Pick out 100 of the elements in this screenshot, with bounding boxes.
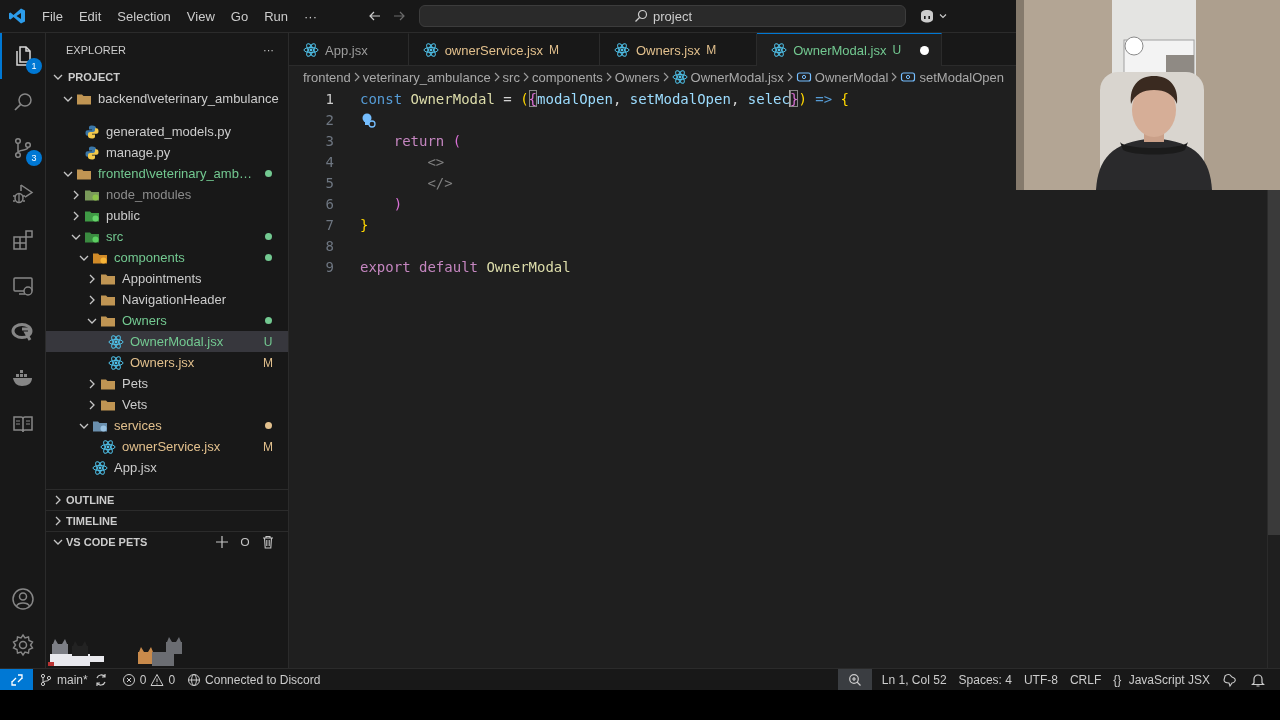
tree-item[interactable]: src [46, 226, 288, 247]
language-mode[interactable]: {} JavaScript JSX [1107, 669, 1216, 690]
tree-item[interactable]: NavigationHeader [46, 289, 288, 310]
line-number: 3 [324, 132, 334, 149]
sidebar-title: EXPLORER [66, 43, 126, 56]
line-number: 9 [324, 258, 334, 275]
git-status-label: M [262, 439, 274, 454]
menu-item[interactable]: File [34, 5, 71, 27]
breadcrumb-item[interactable]: src [502, 69, 520, 85]
git-status-label: M [262, 355, 274, 370]
scrollbar-thumb[interactable] [1268, 190, 1280, 535]
react-file-icon [108, 354, 124, 371]
menu-item[interactable]: ··· [296, 5, 325, 27]
trash-icon[interactable] [260, 534, 276, 550]
code-line: return ( [392, 132, 462, 149]
tree-item[interactable]: backend\veterinary_ambulance [46, 88, 288, 109]
command-center-search[interactable]: project [419, 5, 906, 27]
zoom-button[interactable] [837, 669, 872, 690]
tree-item[interactable]: Owners.jsx M [46, 352, 288, 373]
encoding[interactable]: UTF-8 [1017, 669, 1064, 690]
warning-icon [150, 672, 165, 687]
problems-button[interactable]: 0 0 [115, 669, 182, 690]
breadcrumb-item[interactable]: OwnerModal.jsx [671, 69, 784, 85]
search-icon [633, 8, 649, 24]
code-line: ) [392, 195, 403, 212]
breadcrumb-item[interactable]: frontend [303, 69, 351, 85]
python-file-icon [84, 123, 100, 140]
code-line: <> [426, 153, 445, 170]
line-ending[interactable]: CRLF [1063, 669, 1108, 690]
discord-status[interactable]: Connected to Discord [181, 669, 327, 690]
line-number: 4 [324, 153, 334, 170]
editor-tab[interactable]: OwnerModal.jsx U [757, 33, 943, 66]
panel-header[interactable]: VS CODE PETS [46, 531, 288, 552]
breadcrumb-item[interactable]: veterinary_ambulance [362, 69, 491, 85]
extensions-icon [10, 228, 35, 252]
code-line: const OwnerModal = ({modalOpen, setModalOpen, selec}) => { [360, 90, 849, 107]
tree-item[interactable]: generated_models.py [46, 121, 288, 142]
tree-item[interactable]: ownerService.jsx M [46, 436, 288, 457]
breadcrumb-item[interactable]: components [531, 69, 603, 85]
bell-icon[interactable] [1250, 671, 1266, 688]
panel-header[interactable]: OUTLINE [46, 489, 288, 510]
code-line: </> [426, 174, 453, 191]
line-number: 1 [324, 90, 334, 107]
editor-tab[interactable]: App.jsx [289, 33, 409, 66]
tree-item[interactable]: frontend\veterinary_amb… [46, 163, 288, 184]
tree-item[interactable]: App.jsx [46, 457, 288, 478]
account-icon [10, 587, 35, 611]
breadcrumb-item[interactable]: Owners [614, 69, 660, 85]
menu-item[interactable]: Run [256, 5, 296, 27]
tree-item[interactable]: components [46, 247, 288, 268]
react-file-icon [92, 459, 108, 476]
tree-item[interactable]: node_modules [46, 184, 288, 205]
caret-down-icon[interactable] [938, 11, 948, 21]
menu-item[interactable]: Selection [109, 5, 179, 27]
code-line: } [360, 216, 369, 233]
line-number: 7 [324, 216, 334, 233]
menu-item[interactable]: Edit [70, 5, 110, 27]
line-number: 8 [324, 237, 334, 254]
react-file-icon [108, 333, 124, 350]
line-number: 5 [324, 174, 334, 191]
add-icon[interactable] [214, 534, 230, 550]
cursor-position[interactable]: Ln 1, Col 52 [875, 669, 953, 690]
git-status-label: U [262, 334, 274, 349]
more-actions-button[interactable]: ··· [263, 43, 274, 56]
feedback-icon[interactable] [1222, 671, 1238, 688]
section-header[interactable]: PROJECT [46, 66, 288, 88]
menu-item[interactable]: Go [222, 5, 257, 27]
settings-icon [10, 633, 35, 657]
tree-item[interactable]: Owners [46, 310, 288, 331]
app-logo-icon[interactable] [8, 7, 26, 25]
tree-item[interactable]: services [46, 415, 288, 436]
breadcrumb-item[interactable]: OwnerModal [795, 69, 889, 85]
editor-tab[interactable]: ownerService.jsx M [408, 33, 600, 66]
symbol-icon [795, 69, 812, 85]
tree-item[interactable]: public [46, 205, 288, 226]
notification-badge: 3 [26, 150, 42, 166]
menu-item[interactable]: View [178, 5, 223, 27]
line-number: 2 [324, 111, 334, 128]
tree-item[interactable]: OwnerModal.jsx U [46, 331, 288, 352]
react-file-icon [613, 42, 630, 58]
panel-header[interactable]: TIMELINE [46, 510, 288, 531]
tree-item[interactable]: Vets [46, 394, 288, 415]
code-line: export default OwnerModal [360, 258, 571, 275]
tree-item[interactable]: Appointments [46, 268, 288, 289]
react-file-icon [303, 42, 319, 58]
tree-item[interactable]: Pets [46, 373, 288, 394]
notification-badge: 1 [26, 58, 42, 74]
breadcrumb-item[interactable]: setModalOpen [900, 69, 1005, 85]
branch-button[interactable]: main* [33, 669, 94, 690]
react-file-icon [100, 438, 116, 455]
remote-icon [9, 672, 24, 687]
react-file-icon [422, 42, 439, 58]
lightbulb-icon[interactable] [360, 111, 376, 128]
activity-bar-button[interactable]: 3 [0, 125, 45, 171]
symbol-icon [900, 69, 917, 85]
indentation[interactable]: Spaces: 4 [952, 669, 1018, 690]
remote-button[interactable] [0, 669, 33, 690]
zoom-in-icon [847, 672, 862, 687]
tree-item[interactable]: manage.py [46, 142, 288, 163]
globe-icon [187, 672, 202, 687]
